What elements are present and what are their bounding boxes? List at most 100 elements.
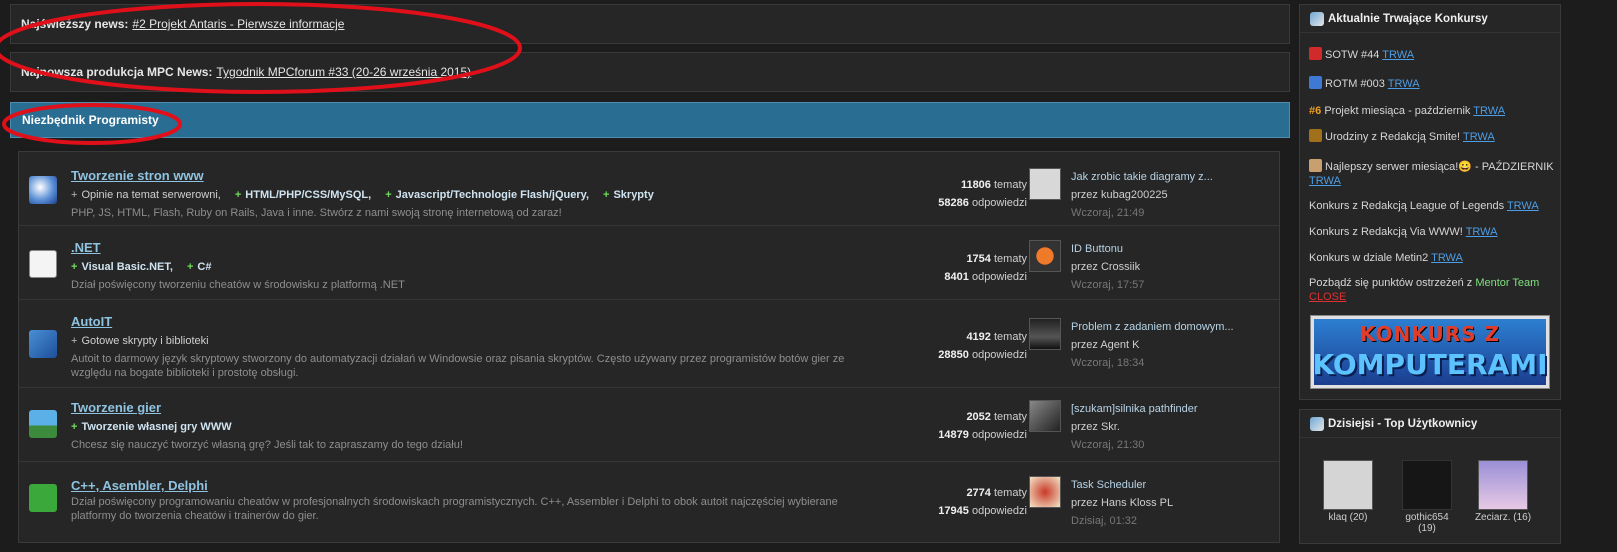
contests-header: Aktualnie Trwające Konkursy — [1300, 5, 1560, 33]
contest-status-link[interactable]: TRWA — [1382, 49, 1414, 61]
banner-line2: KOMPUTERAMI — [1312, 348, 1548, 381]
contest-item: Konkurs z Redakcją Via WWW! TRWA — [1309, 226, 1498, 238]
latest-production-label: Najnowsza produkcja MPC News: — [21, 65, 213, 79]
subforum-link[interactable]: + C# — [187, 261, 212, 273]
contest-item: ROTM #003 TRWA — [1309, 76, 1554, 91]
top-users-box: Dzisiejsi - Top Użytkownicy klaq (20) go… — [1299, 409, 1561, 544]
last-post-date: Dzisiaj, 01:32 — [1071, 515, 1138, 527]
mentor-team-label: Mentor Team — [1475, 277, 1540, 289]
forum-stats: 2052 tematy 14879 odpowiedzi — [938, 411, 1027, 441]
top-user-name[interactable]: klaq (20) — [1318, 512, 1378, 523]
subforum-link[interactable]: + Visual Basic.NET, — [71, 261, 173, 273]
last-post-title[interactable]: ID Buttonu — [1071, 240, 1271, 258]
forum-description: Dział poświęcony tworzeniu cheatów w śro… — [71, 279, 405, 291]
contests-box: Aktualnie Trwające Konkursy SOTW #44 TRW… — [1299, 4, 1561, 400]
last-post-author[interactable]: przez Skr. — [1071, 418, 1271, 436]
smite-icon — [1309, 129, 1322, 142]
contest-item: Konkurs w dziale Metin2 TRWA — [1309, 252, 1463, 264]
subforum-link[interactable]: + Gotowe skrypty i biblioteki — [71, 335, 209, 347]
forum-row: Tworzenie stron www + Opinie na temat ser… — [19, 152, 1279, 226]
avatar[interactable] — [1323, 460, 1373, 510]
forum-stats: 2774 tematy 17945 odpowiedzi — [938, 487, 1027, 517]
subforum-link[interactable]: + Tworzenie własnej gry WWW — [71, 421, 232, 433]
forum-description: Dział poświęcony programowaniu cheatów w… — [71, 496, 838, 522]
top-user[interactable]: Zeciarz. (16) — [1473, 460, 1533, 523]
forum-description: Chcesz się nauczyć tworzyć własną grę? J… — [71, 439, 463, 451]
contest-item: Najlepszy serwer miesiąca!😀 - PAŹDZIERNI… — [1309, 159, 1554, 187]
forum-title[interactable]: AutoIT — [71, 314, 851, 329]
latest-production-bar: Najnowsza produkcja MPC News: Tygodnik M… — [10, 52, 1290, 92]
forum-stats: 11806 tematy 58286 odpowiedzi — [938, 179, 1027, 209]
latest-news-link[interactable]: #2 Projekt Antaris - Pierwsze informacje — [132, 17, 344, 31]
avatar[interactable] — [1029, 476, 1061, 508]
forum-row: .NET + Visual Basic.NET, + C# Dział poświę… — [19, 226, 1279, 300]
last-post-title[interactable]: [szukam]silnika pathfinder — [1071, 400, 1271, 418]
last-post-title[interactable]: Jak zrobic takie diagramy z... — [1071, 168, 1271, 186]
contest-item: Urodziny z Redakcją Smite! TRWA — [1309, 129, 1554, 144]
contest-status-link[interactable]: TRWA — [1463, 131, 1495, 143]
avatar[interactable] — [1402, 460, 1452, 510]
top-user[interactable]: gothic654 (19) — [1397, 460, 1457, 534]
game-icon — [29, 410, 57, 438]
subforum-link[interactable]: + Javascript/Technologie Flash/jQuery, — [385, 189, 589, 201]
subforum-list: + Gotowe skrypty i biblioteki — [71, 335, 851, 347]
avatar[interactable] — [1029, 400, 1061, 432]
last-post-title[interactable]: Problem z zadaniem domowym... — [1071, 318, 1271, 336]
banner-line1: KONKURS Z — [1360, 322, 1500, 346]
category-header[interactable]: Niezbędnik Programisty — [10, 102, 1290, 138]
forum-title[interactable]: C++, Asembler, Delphi — [71, 478, 851, 493]
forum-description: PHP, JS, HTML, Flash, Ruby on Rails, Jav… — [71, 207, 562, 219]
subforum-list: + Opinie na temat serwerowni, + HTML/PHP/C… — [71, 189, 851, 201]
contest-status-link[interactable]: TRWA — [1431, 252, 1463, 264]
last-post-author[interactable]: przez Crossiik — [1071, 258, 1271, 276]
forum-list: Tworzenie stron www + Opinie na temat ser… — [18, 151, 1280, 543]
top-user-name[interactable]: gothic654 (19) — [1397, 512, 1457, 534]
avatar[interactable] — [1029, 240, 1061, 272]
last-post-date: Wczoraj, 21:49 — [1071, 207, 1145, 219]
dotnet-icon — [29, 250, 57, 278]
avatar[interactable] — [1029, 168, 1061, 200]
latest-production-link[interactable]: Tygodnik MPCforum #33 (20-26 września 20… — [216, 65, 471, 79]
forum-main: Tworzenie stron www + Opinie na temat ser… — [71, 168, 851, 220]
forum-title[interactable]: Tworzenie gier — [71, 400, 851, 415]
last-post-author[interactable]: przez Hans Kloss PL — [1071, 494, 1271, 512]
forum-title[interactable]: Tworzenie stron www — [71, 168, 851, 183]
last-post-date: Wczoraj, 18:34 — [1071, 357, 1145, 369]
user-icon — [1310, 416, 1324, 431]
user-icon — [1310, 11, 1324, 26]
last-post-author[interactable]: przez Agent K — [1071, 336, 1271, 354]
last-post-title[interactable]: Task Scheduler — [1071, 476, 1271, 494]
badge-six: #6 — [1309, 105, 1322, 117]
last-post-author[interactable]: przez kubag200225 — [1071, 186, 1271, 204]
forum-main: C++, Asembler, Delphi Dział poświęcony p… — [71, 478, 851, 523]
close-link[interactable]: CLOSE — [1309, 291, 1346, 303]
forum-stats: 4192 tematy 28850 odpowiedzi — [938, 331, 1027, 361]
category-title[interactable]: Niezbędnik Programisty — [22, 113, 159, 127]
avatar[interactable] — [1478, 460, 1528, 510]
forum-stats: 1754 tematy 8401 odpowiedzi — [944, 253, 1027, 283]
forum-description: Autoit to darmowy język skryptowy stworz… — [71, 353, 845, 379]
contest-status-link[interactable]: TRWA — [1388, 78, 1420, 90]
subforum-list: + Tworzenie własnej gry WWW — [71, 421, 851, 433]
top-user[interactable]: klaq (20) — [1318, 460, 1378, 523]
subforum-link[interactable]: + Opinie na temat serwerowni, — [71, 189, 221, 201]
superman-icon — [1309, 47, 1322, 60]
forum-row: AutoIT + Gotowe skrypty i biblioteki Auto… — [19, 300, 1279, 388]
contest-banner[interactable]: KONKURS Z KOMPUTERAMI — [1310, 315, 1550, 389]
autoit-icon — [29, 330, 57, 358]
subforum-link[interactable]: + Skrypty — [603, 189, 654, 201]
top-users-header: Dzisiejsi - Top Użytkownicy — [1300, 410, 1560, 438]
last-post-date: Wczoraj, 21:30 — [1071, 439, 1145, 451]
top-user-name[interactable]: Zeciarz. (16) — [1473, 512, 1533, 523]
person-icon — [1309, 159, 1322, 172]
cpp-icon — [29, 484, 57, 512]
forum-row: C++, Asembler, Delphi Dział poświęcony p… — [19, 462, 1279, 542]
contest-status-link[interactable]: TRWA — [1466, 226, 1498, 238]
subforum-link[interactable]: + HTML/PHP/CSS/MySQL, — [235, 189, 371, 201]
contest-status-link[interactable]: TRWA — [1473, 105, 1505, 117]
contest-status-link[interactable]: TRWA — [1507, 200, 1539, 212]
forum-title[interactable]: .NET — [71, 240, 851, 255]
contest-status-link[interactable]: TRWA — [1309, 175, 1341, 187]
forum-main: .NET + Visual Basic.NET, + C# Dział poświę… — [71, 240, 851, 292]
avatar[interactable] — [1029, 318, 1061, 350]
